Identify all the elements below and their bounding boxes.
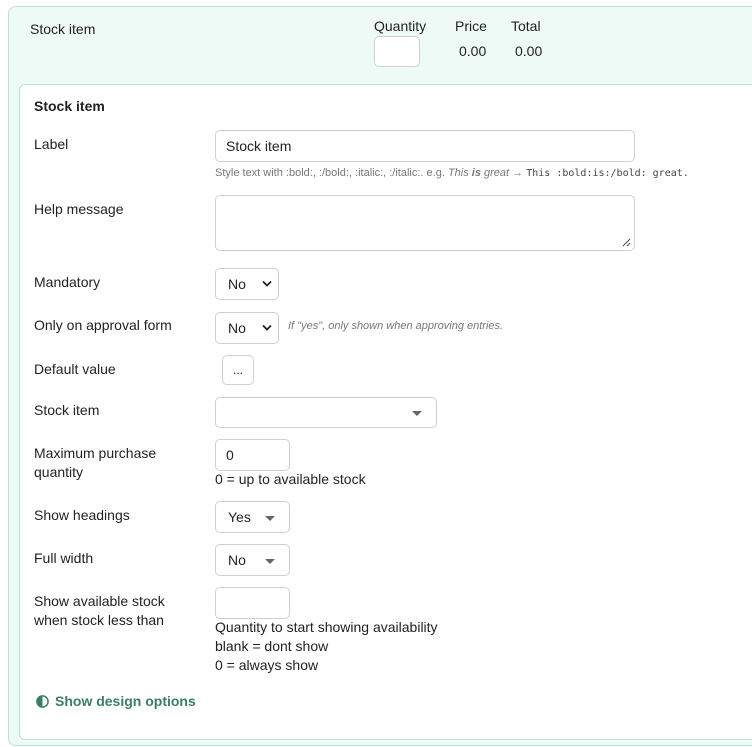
- preview-price-value: 0.00: [459, 43, 487, 59]
- style-hint-code: This :bold:is:/bold: great.: [526, 168, 689, 179]
- default-value-button-label: ...: [232, 363, 243, 377]
- show-headings-value: Yes: [228, 509, 251, 525]
- label-input-value: Stock item: [226, 138, 292, 154]
- contrast-icon: [36, 694, 49, 708]
- panel-title: Stock item: [34, 98, 105, 114]
- chevron-down-icon: [262, 280, 272, 287]
- style-hint-bold: is: [471, 167, 481, 179]
- max-purchase-hint: 0 = up to available stock: [215, 471, 366, 487]
- style-hint: Style text with :bold:, :/bold:, :italic…: [215, 167, 689, 179]
- style-hint-italic-1: This: [447, 167, 472, 179]
- style-hint-italic-2: great: [480, 167, 510, 179]
- quantity-column-header: Quantity: [374, 18, 427, 34]
- show-stock-input[interactable]: [215, 587, 290, 619]
- price-column-header: Price: [455, 18, 487, 34]
- stock-item-label: Stock item: [34, 402, 100, 418]
- approval-only-label: Only on approval form: [34, 317, 172, 333]
- label-field-label: Label: [34, 136, 69, 152]
- stock-item-select[interactable]: [215, 397, 437, 428]
- label-input[interactable]: Stock item: [215, 130, 635, 162]
- approval-only-value: No: [228, 320, 246, 336]
- show-headings-label: Show headings: [34, 507, 130, 523]
- full-width-value: No: [228, 552, 246, 568]
- show-stock-label: Show available stock when stock less tha…: [34, 593, 165, 628]
- total-column-header: Total: [511, 18, 541, 34]
- help-message-label: Help message: [34, 201, 124, 217]
- approval-only-select[interactable]: No: [215, 312, 279, 344]
- full-width-label: Full width: [34, 550, 94, 566]
- max-purchase-value: 0: [226, 447, 234, 463]
- caret-down-icon: [265, 516, 275, 521]
- caret-down-icon: [412, 411, 422, 416]
- preview-quantity-input[interactable]: [374, 36, 420, 67]
- style-hint-arrow: →: [509, 167, 527, 179]
- chevron-down-icon: [262, 324, 272, 331]
- default-value-label: Default value: [34, 361, 116, 377]
- resize-grip-icon[interactable]: [622, 238, 631, 247]
- preview-total-value: 0.00: [515, 43, 543, 59]
- mandatory-value: No: [228, 276, 246, 292]
- caret-down-icon: [265, 559, 275, 564]
- approval-only-hint: If "yes", only shown when approving entr…: [288, 320, 504, 332]
- default-value-button[interactable]: ...: [222, 355, 254, 385]
- full-width-select[interactable]: No: [215, 544, 290, 576]
- show-stock-hint-2: blank = dont show: [215, 638, 329, 654]
- help-message-textarea[interactable]: [215, 195, 635, 251]
- mandatory-label: Mandatory: [34, 274, 101, 290]
- max-purchase-input[interactable]: 0: [215, 439, 290, 471]
- show-design-options-label: Show design options: [55, 693, 196, 709]
- show-design-options-link[interactable]: Show design options: [36, 693, 196, 709]
- max-purchase-label: Maximum purchase quantity: [34, 445, 157, 480]
- show-stock-hint-1: Quantity to start showing availability: [215, 619, 438, 635]
- preview-field-label: Stock item: [30, 21, 96, 37]
- style-hint-text: Style text with :bold:, :/bold:, :italic…: [215, 167, 448, 179]
- mandatory-select[interactable]: No: [215, 268, 279, 300]
- show-stock-hint-3: 0 = always show: [215, 657, 319, 673]
- show-headings-select[interactable]: Yes: [215, 501, 290, 533]
